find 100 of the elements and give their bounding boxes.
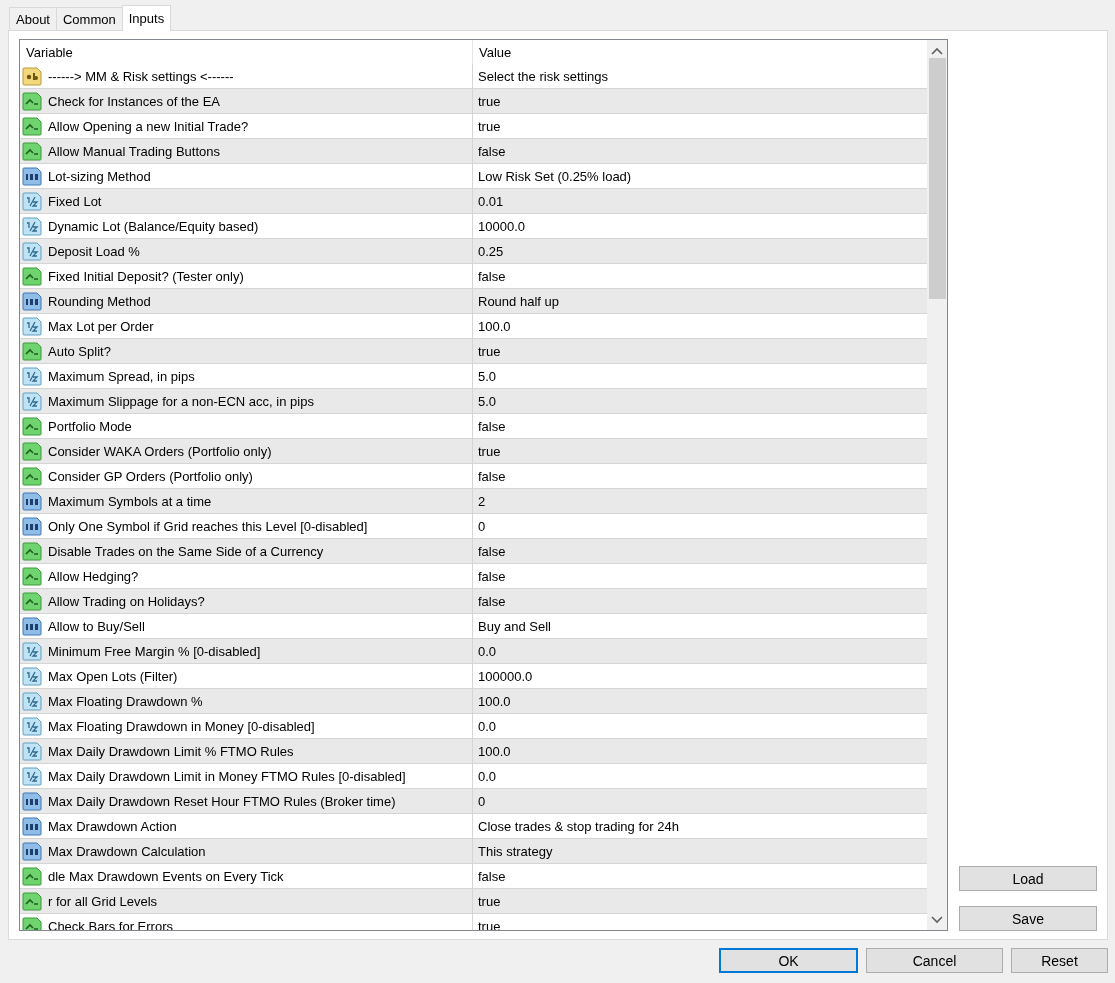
variable-value: false [478,568,506,584]
table-row[interactable]: Max Daily Drawdown Limit % FTMO Rules 100.0 [20,739,927,764]
table-row[interactable]: Max Floating Drawdown % 100.0 [20,689,927,714]
table-row[interactable]: Maximum Symbols at a time 2 [20,489,927,514]
table-row[interactable]: Rounding Method Round half up [20,289,927,314]
dialog-button[interactable]: OK [719,948,858,973]
table-row[interactable]: Max Drawdown Calculation This strategy [20,839,927,864]
variable-value: Select the risk settings [478,68,609,84]
table-row[interactable]: Maximum Slippage for a non-ECN acc, in pips 5.0 [20,389,927,414]
variable-value: true [478,343,501,359]
variable-name: Lot-sizing Method [48,168,151,184]
scroll-thumb[interactable] [928,58,946,299]
variable-value: 0 [478,518,486,534]
variable-value: false [478,418,506,434]
table-row[interactable]: Max Daily Drawdown Limit in Money FTMO Rules [0-disabled] 0.0 [20,764,927,789]
variable-value: 100000.0 [478,668,533,684]
table-row[interactable]: Max Open Lots (Filter) 100000.0 [20,664,927,689]
list-type-icon [22,291,42,311]
variable-value: 10000.0 [478,218,525,234]
variable-name: Max Lot per Order [48,318,154,334]
variable-name: Max Drawdown Action [48,818,177,834]
variable-value: Close trades & stop trading for 24h [478,818,679,834]
number-type-icon [22,741,42,761]
table-row[interactable]: Allow Trading on Holidays? false [20,589,927,614]
variable-name: Auto Split? [48,343,111,359]
variable-name: Allow Manual Trading Buttons [48,143,220,159]
table-row[interactable]: Consider GP Orders (Portfolio only) false [20,464,927,489]
number-type-icon [22,766,42,786]
variable-value: Low Risk Set (0.25% load) [478,168,632,184]
table-row[interactable]: dle Max Drawdown Events on Every Tick false [20,864,927,889]
list-type-icon [22,616,42,636]
variable-name: Allow Hedging? [48,568,139,584]
table-row[interactable]: Max Drawdown Action Close trades & stop trading for 24h [20,814,927,839]
column-header[interactable]: Variable [20,40,472,64]
tab[interactable]: About [9,7,57,30]
number-type-icon [22,191,42,211]
toggle-type-icon [22,141,42,161]
table-row[interactable]: Check for Instances of the EA true [20,89,927,114]
scroll-down-icon[interactable] [931,916,943,924]
table-row[interactable]: Auto Split? true [20,339,927,364]
table-row[interactable]: Allow Manual Trading Buttons false [20,139,927,164]
table-row[interactable]: Max Lot per Order 100.0 [20,314,927,339]
variable-name: Consider GP Orders (Portfolio only) [48,468,253,484]
variable-name: Fixed Lot [48,193,102,209]
variable-value: 100.0 [478,693,511,709]
variable-name: Check Bars for Errors [48,918,173,930]
variable-value: 0.0 [478,768,497,784]
table-row[interactable]: r for all Grid Levels true [20,889,927,914]
variable-value: 100.0 [478,318,511,334]
number-type-icon [22,316,42,336]
scrollbar[interactable] [927,40,947,930]
table-row[interactable]: Max Floating Drawdown in Money [0-disabled] 0.0 [20,714,927,739]
side-button[interactable]: Save [959,906,1097,931]
scroll-up-icon[interactable] [931,47,943,55]
side-button[interactable]: Load [959,866,1097,891]
table-row[interactable]: Maximum Spread, in pips 5.0 [20,364,927,389]
dialog-button[interactable]: Cancel [866,948,1003,973]
table-row[interactable]: Fixed Lot 0.01 [20,189,927,214]
variable-name: Only One Symbol if Grid reaches this Level [0-disabled] [48,518,368,534]
toggle-type-icon [22,866,42,886]
list-type-icon [22,816,42,836]
table-row[interactable]: Allow Opening a new Initial Trade? true [20,114,927,139]
variable-name: Max Open Lots (Filter) [48,668,178,684]
table-row[interactable]: Minimum Free Margin % [0-disabled] 0.0 [20,639,927,664]
table-row[interactable]: Max Daily Drawdown Reset Hour FTMO Rules (Broker time) 0 [20,789,927,814]
table-row[interactable]: ------> MM & Risk settings <------ Select the risk settings [20,64,927,89]
variable-value: false [478,143,506,159]
variable-value: 5.0 [478,368,497,384]
variable-name: Dynamic Lot (Balance/Equity based) [48,218,259,234]
dialog-button[interactable]: Reset [1011,948,1108,973]
table-row[interactable]: Dynamic Lot (Balance/Equity based) 10000.0 [20,214,927,239]
table-row[interactable]: Allow to Buy/Sell Buy and Sell [20,614,927,639]
number-type-icon [22,366,42,386]
variable-name: dle Max Drawdown Events on Every Tick [48,868,284,884]
variable-value: true [478,893,501,909]
variable-name: Max Floating Drawdown in Money [0-disabled] [48,718,315,734]
tab[interactable]: Inputs [121,5,172,31]
variable-name: Minimum Free Margin % [0-disabled] [48,643,261,659]
table-row[interactable]: Consider WAKA Orders (Portfolio only) true [20,439,927,464]
variable-name: Allow to Buy/Sell [48,618,145,634]
table-row[interactable]: Only One Symbol if Grid reaches this Level [0-disabled] 0 [20,514,927,539]
toggle-type-icon [22,416,42,436]
table-row[interactable]: Fixed Initial Deposit? (Tester only) false [20,264,927,289]
variable-value: true [478,443,501,459]
toggle-type-icon [22,91,42,111]
table-row[interactable]: Lot-sizing Method Low Risk Set (0.25% load) [20,164,927,189]
number-type-icon [22,716,42,736]
variable-value: 5.0 [478,393,497,409]
number-type-icon [22,641,42,661]
table-row[interactable]: Allow Hedging? false [20,564,927,589]
variable-name: Max Daily Drawdown Limit % FTMO Rules [48,743,294,759]
table-row[interactable]: Disable Trades on the Same Side of a Currency false [20,539,927,564]
variable-name: Allow Trading on Holidays? [48,593,205,609]
variable-value: false [478,868,506,884]
number-type-icon [22,666,42,686]
variable-value: 0 [478,793,486,809]
variable-value: false [478,593,506,609]
variable-value: true [478,918,501,930]
table-row[interactable]: Portfolio Mode false [20,414,927,439]
table-row[interactable]: Deposit Load % 0.25 [20,239,927,264]
